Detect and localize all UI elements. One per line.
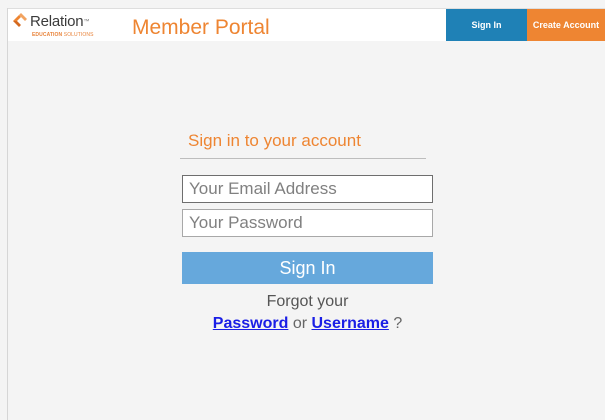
heading-divider xyxy=(180,158,426,159)
portal-title: Member Portal xyxy=(132,16,270,39)
nav-sign-in-button[interactable]: Sign In xyxy=(446,9,527,41)
forgot-username-link[interactable]: Username xyxy=(312,315,389,332)
email-field[interactable] xyxy=(182,175,433,203)
logo-tagline: EDUCATION SOLUTIONS xyxy=(32,32,94,38)
sign-in-submit-button[interactable]: Sign In xyxy=(182,252,433,284)
forgot-text: Forgot your xyxy=(266,293,349,310)
recover-links: Password or Username ? xyxy=(182,314,433,334)
page-frame-left xyxy=(7,8,8,420)
forgot-password-link[interactable]: Password xyxy=(213,315,289,332)
top-header: Relation™ EDUCATION SOLUTIONS Member Por… xyxy=(8,9,605,41)
password-field[interactable] xyxy=(182,209,433,237)
or-text: or xyxy=(288,315,312,332)
form-heading: Sign in to your account xyxy=(188,131,361,150)
logo-wordmark: Relation™ xyxy=(30,13,90,30)
nav-create-account-button[interactable]: Create Account xyxy=(527,9,605,41)
question-suffix: ? xyxy=(388,315,403,332)
relation-logo[interactable]: Relation™ EDUCATION SOLUTIONS xyxy=(10,11,120,41)
relation-logo-icon xyxy=(13,13,27,27)
